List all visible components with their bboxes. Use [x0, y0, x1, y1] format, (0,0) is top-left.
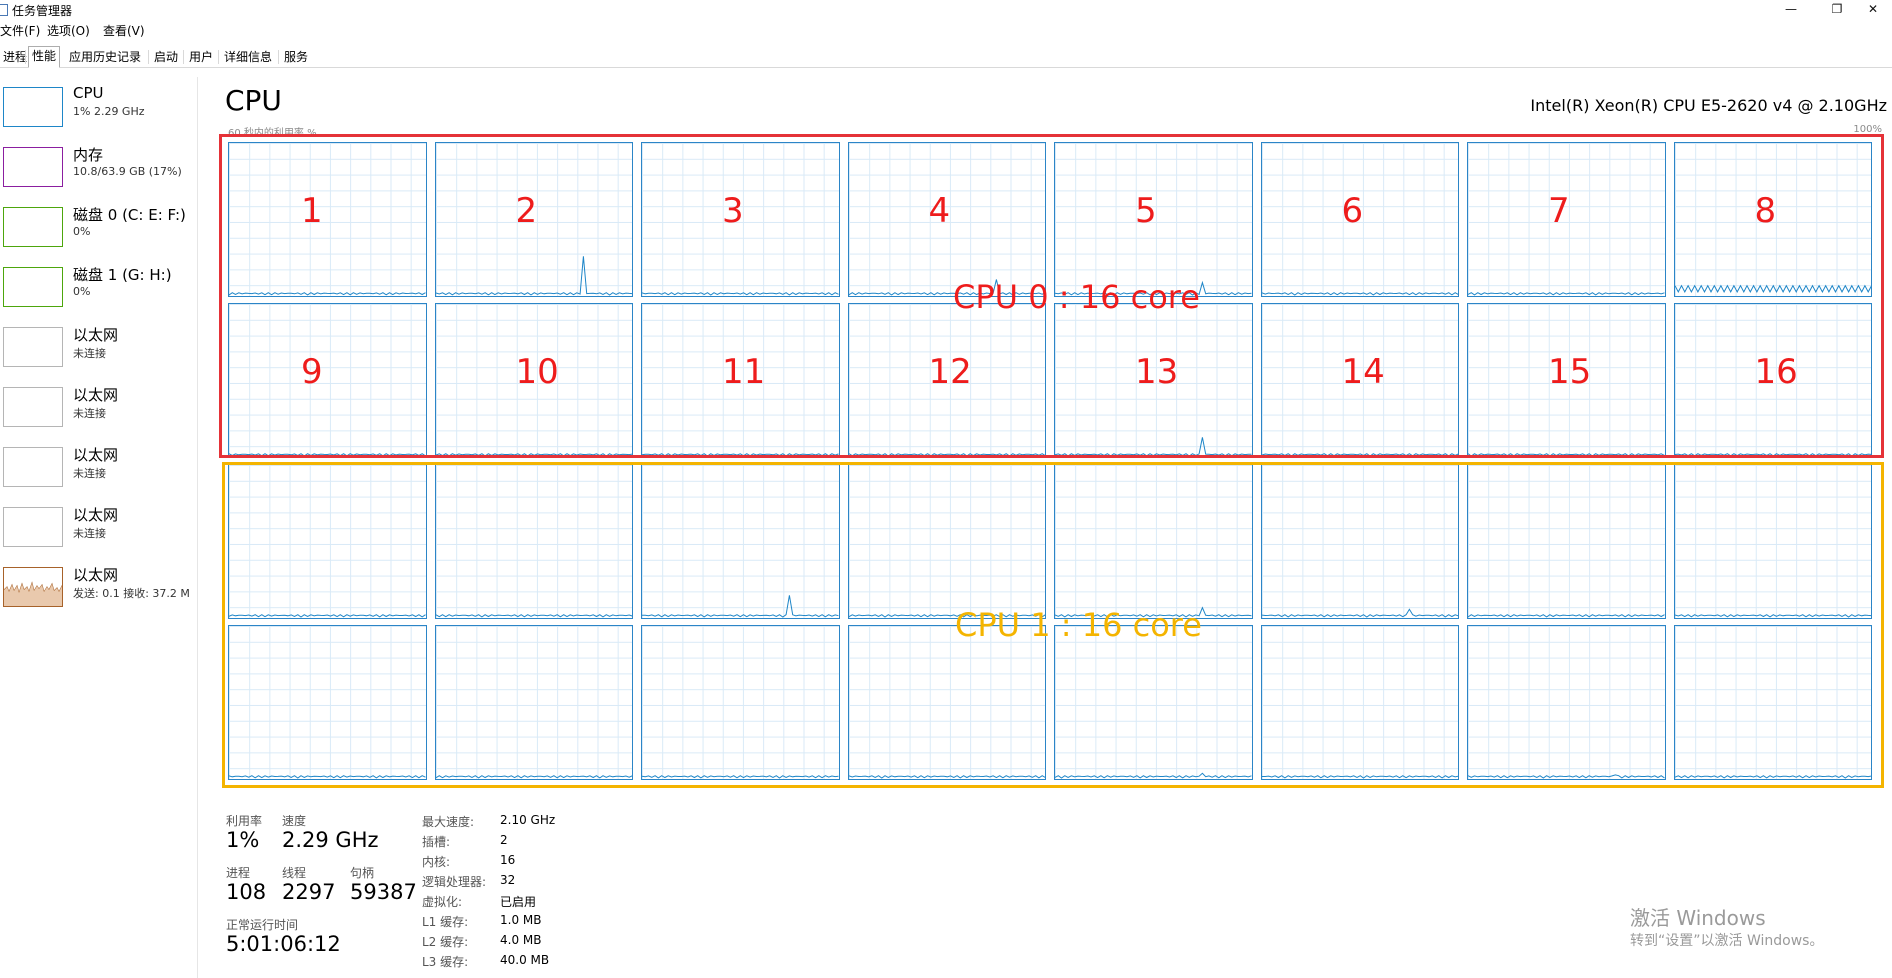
tab-separator [25, 50, 26, 64]
sidebar-item-disk-1[interactable]: 磁盘 1 (G: H:) 0% [0, 257, 197, 317]
tab-services[interactable]: 服务 [281, 48, 311, 68]
menu-file[interactable]: 文件(F) [0, 22, 40, 39]
ethernet-thumbnail-graph [3, 567, 63, 607]
tab-separator [218, 50, 219, 64]
sidebar-item-ethernet-5[interactable]: 以太网 发送: 0.1 接收: 37.2 M [0, 557, 197, 617]
tab-startup[interactable]: 启动 [151, 48, 181, 68]
ethernet-thumbnail-graph [3, 387, 63, 427]
sidebar-item-cpu[interactable]: CPU 1% 2.29 GHz [0, 77, 197, 137]
sidebar-item-ethernet-4[interactable]: 以太网 未连接 [0, 497, 197, 557]
virtualization-label: 虚拟化: [422, 895, 463, 909]
logical-processors-label: 逻辑处理器: [422, 875, 487, 889]
sidebar-item-subtitle: 发送: 0.1 接收: 37.2 M [73, 587, 190, 600]
l3-cache-value: 40.0 MB [500, 953, 550, 967]
sidebar-item-title: 磁盘 0 (C: E: F:) [73, 206, 186, 224]
minimize-button[interactable]: — [1768, 0, 1814, 20]
memory-thumbnail-graph [3, 147, 63, 187]
l3-cache-label: L3 缓存: [422, 955, 469, 969]
l2-cache-value: 4.0 MB [500, 933, 542, 947]
sidebar-item-subtitle: 未连接 [73, 527, 106, 540]
resource-sidebar: CPU 1% 2.29 GHz 内存 10.8/63.9 GB (17%) 磁盘… [0, 77, 198, 978]
window-title: 任务管理器 [12, 4, 73, 18]
ethernet-thumbnail-graph [3, 447, 63, 487]
uptime-label: 正常运行时间 [226, 918, 299, 932]
threads-value: 2297 [282, 880, 336, 904]
tab-users[interactable]: 用户 [186, 48, 216, 68]
cpu0-annotation-label: CPU 0 : 16 core [953, 278, 1200, 316]
close-button[interactable]: ✕ [1850, 0, 1892, 20]
tab-performance[interactable]: 性能 [28, 46, 61, 68]
disk-thumbnail-graph [3, 207, 63, 247]
sidebar-item-ethernet-3[interactable]: 以太网 未连接 [0, 437, 197, 497]
disk-thumbnail-graph [3, 267, 63, 307]
sidebar-item-title: 以太网 [73, 326, 119, 344]
sidebar-item-title: 以太网 [73, 446, 119, 464]
tab-app-history[interactable]: 应用历史记录 [66, 48, 144, 68]
tab-bar: 进程 性能 应用历史记录 启动 用户 详细信息 服务 [0, 46, 1892, 68]
sidebar-item-ethernet-2[interactable]: 以太网 未连接 [0, 377, 197, 437]
sidebar-item-title: CPU [73, 84, 104, 102]
tab-separator [148, 50, 149, 64]
speed-value: 2.29 GHz [282, 828, 379, 852]
logical-processors-value: 32 [500, 873, 516, 887]
ethernet-thumbnail-graph [3, 507, 63, 547]
sidebar-item-subtitle: 未连接 [73, 407, 106, 420]
sidebar-item-disk-0[interactable]: 磁盘 0 (C: E: F:) 0% [0, 197, 197, 257]
processes-label: 进程 [226, 866, 251, 880]
max-speed-value: 2.10 GHz [500, 813, 556, 827]
sidebar-item-subtitle: 1% 2.29 GHz [73, 105, 145, 118]
sockets-label: 插槽: [422, 835, 451, 849]
processes-value: 108 [226, 880, 267, 904]
task-manager-icon [0, 4, 8, 16]
sidebar-item-title: 以太网 [73, 566, 119, 584]
l1-cache-label: L1 缓存: [422, 915, 469, 929]
sidebar-item-title: 磁盘 1 (G: H:) [73, 266, 172, 284]
sidebar-item-memory[interactable]: 内存 10.8/63.9 GB (17%) [0, 137, 197, 197]
sidebar-item-title: 以太网 [73, 506, 119, 524]
utilization-label: 利用率 [226, 814, 263, 828]
sidebar-item-title: 内存 [73, 146, 104, 164]
sidebar-item-subtitle: 未连接 [73, 467, 106, 480]
cpu1-annotation-label: CPU 1 : 16 core [955, 606, 1202, 644]
cpu-model-name: Intel(R) Xeon(R) CPU E5-2620 v4 @ 2.10GH… [1530, 96, 1887, 115]
sidebar-item-subtitle: 0% [73, 225, 91, 238]
handles-value: 59387 [350, 880, 417, 904]
l2-cache-label: L2 缓存: [422, 935, 469, 949]
menu-view[interactable]: 查看(V) [103, 22, 145, 39]
menu-options[interactable]: 选项(O) [47, 22, 90, 39]
l1-cache-value: 1.0 MB [500, 913, 542, 927]
activation-watermark-hint: 转到“设置”以激活 Windows。 [1630, 933, 1824, 949]
ethernet-activity-sparkline [4, 581, 62, 606]
sidebar-item-ethernet-1[interactable]: 以太网 未连接 [0, 317, 197, 377]
virtualization-value: 已启用 [500, 895, 537, 909]
tab-separator [278, 50, 279, 64]
utilization-value: 1% [226, 828, 260, 852]
max-speed-label: 最大速度: [422, 815, 475, 829]
tab-separator [183, 50, 184, 64]
speed-label: 速度 [282, 814, 307, 828]
activation-watermark-title: 激活 Windows [1630, 906, 1766, 930]
sidebar-item-title: 以太网 [73, 386, 119, 404]
sidebar-item-subtitle: 未连接 [73, 347, 106, 360]
sidebar-item-subtitle: 10.8/63.9 GB (17%) [73, 165, 182, 178]
threads-label: 线程 [282, 866, 307, 880]
sidebar-item-subtitle: 0% [73, 285, 91, 298]
cores-label: 内核: [422, 855, 451, 869]
uptime-value: 5:01:06:12 [226, 932, 341, 956]
title-bar: 任务管理器 — ❐ ✕ [0, 0, 1892, 20]
sockets-value: 2 [500, 833, 508, 847]
page-title: CPU [225, 84, 282, 117]
tab-details[interactable]: 详细信息 [221, 48, 275, 68]
handles-label: 句柄 [350, 866, 375, 880]
ethernet-thumbnail-graph [3, 327, 63, 367]
cpu-thumbnail-graph [3, 87, 63, 127]
cores-value: 16 [500, 853, 516, 867]
